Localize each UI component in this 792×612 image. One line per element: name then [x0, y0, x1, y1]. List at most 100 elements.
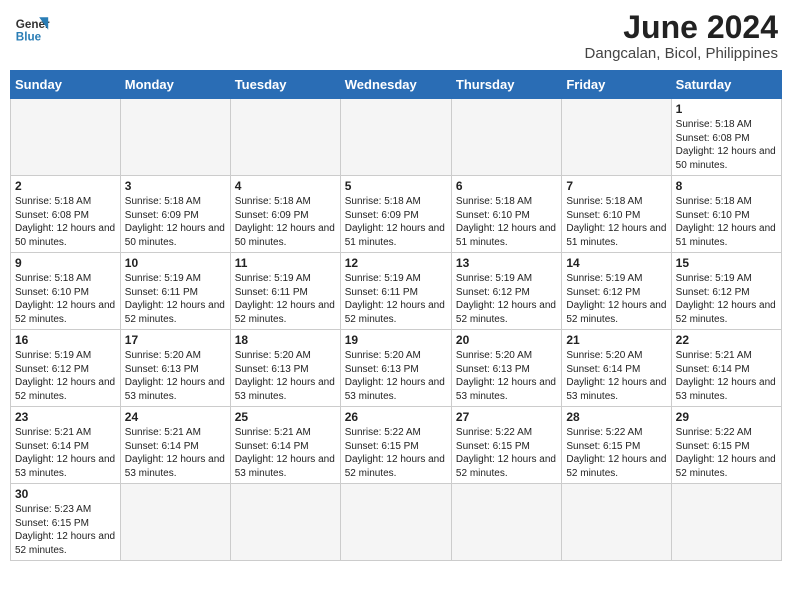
day-number: 18	[235, 333, 336, 347]
calendar-day-cell: 6 Sunrise: 5:18 AM Sunset: 6:10 PM Daylig…	[451, 176, 561, 253]
calendar-header-thursday: Thursday	[451, 71, 561, 99]
day-info: Sunrise: 5:21 AM Sunset: 6:14 PM Dayligh…	[676, 349, 777, 403]
calendar-day-cell: 1 Sunrise: 5:18 AM Sunset: 6:08 PM Daylig…	[671, 99, 781, 176]
calendar-day-cell: 28Sunrise: 5:22 AM Sunset: 6:15 PM Dayli…	[562, 407, 671, 484]
calendar-day-cell: 29 Sunrise: 5:22 AM Sunset: 6:15 PM Dayli…	[671, 407, 781, 484]
calendar-day-cell	[340, 484, 451, 561]
calendar-day-cell: 19Sunrise: 5:20 AM Sunset: 6:13 PM Dayli…	[340, 330, 451, 407]
day-info: Sunrise: 5:18 AM Sunset: 6:08 PM Dayligh…	[15, 195, 116, 249]
day-number: 9	[15, 256, 116, 270]
day-info: Sunrise: 5:18 AM Sunset: 6:10 PM Dayligh…	[566, 195, 666, 249]
calendar-header-row: SundayMondayTuesdayWednesdayThursdayFrid…	[11, 71, 782, 99]
day-number: 23	[15, 410, 116, 424]
day-number: 6	[456, 179, 557, 193]
day-info: Sunrise: 5:19 AM Sunset: 6:11 PM Dayligh…	[345, 272, 447, 326]
calendar-header-monday: Monday	[120, 71, 230, 99]
title-block: June 2024 Dangcalan, Bicol, Philippines	[585, 10, 778, 62]
calendar-day-cell: 4Sunrise: 5:18 AM Sunset: 6:09 PM Daylig…	[230, 176, 340, 253]
calendar-day-cell: 17 Sunrise: 5:20 AM Sunset: 6:13 PM Dayli…	[120, 330, 230, 407]
day-info: Sunrise: 5:22 AM Sunset: 6:15 PM Dayligh…	[676, 426, 777, 480]
calendar-header-friday: Friday	[562, 71, 671, 99]
day-info: Sunrise: 5:18 AM Sunset: 6:09 PM Dayligh…	[125, 195, 226, 249]
day-number: 22	[676, 333, 777, 347]
calendar-day-cell: 14Sunrise: 5:19 AM Sunset: 6:12 PM Dayli…	[562, 253, 671, 330]
day-info: Sunrise: 5:19 AM Sunset: 6:12 PM Dayligh…	[15, 349, 116, 403]
day-number: 8	[676, 179, 777, 193]
calendar-day-cell: 3Sunrise: 5:18 AM Sunset: 6:09 PM Daylig…	[120, 176, 230, 253]
day-info: Sunrise: 5:21 AM Sunset: 6:14 PM Dayligh…	[15, 426, 116, 480]
day-number: 27	[456, 410, 557, 424]
general-blue-logo-icon: General Blue	[14, 10, 50, 46]
day-number: 26	[345, 410, 447, 424]
day-info: Sunrise: 5:23 AM Sunset: 6:15 PM Dayligh…	[15, 503, 116, 557]
calendar-day-cell: 2 Sunrise: 5:18 AM Sunset: 6:08 PM Daylig…	[11, 176, 121, 253]
day-number: 30	[15, 487, 116, 501]
day-number: 20	[456, 333, 557, 347]
day-info: Sunrise: 5:19 AM Sunset: 6:11 PM Dayligh…	[235, 272, 336, 326]
day-info: Sunrise: 5:21 AM Sunset: 6:14 PM Dayligh…	[235, 426, 336, 480]
calendar-header-sunday: Sunday	[11, 71, 121, 99]
month-year-title: June 2024	[585, 10, 778, 45]
calendar-day-cell	[562, 99, 671, 176]
logo: General Blue	[14, 10, 50, 46]
calendar-day-cell: 21 Sunrise: 5:20 AM Sunset: 6:14 PM Dayli…	[562, 330, 671, 407]
day-number: 4	[235, 179, 336, 193]
day-info: Sunrise: 5:18 AM Sunset: 6:10 PM Dayligh…	[456, 195, 557, 249]
calendar-header-wednesday: Wednesday	[340, 71, 451, 99]
calendar-day-cell: 10 Sunrise: 5:19 AM Sunset: 6:11 PM Dayli…	[120, 253, 230, 330]
calendar-day-cell: 12 Sunrise: 5:19 AM Sunset: 6:11 PM Dayli…	[340, 253, 451, 330]
calendar-day-cell: 13Sunrise: 5:19 AM Sunset: 6:12 PM Dayli…	[451, 253, 561, 330]
calendar-day-cell	[230, 99, 340, 176]
day-number: 11	[235, 256, 336, 270]
svg-text:Blue: Blue	[16, 31, 42, 44]
calendar-week-row: 2 Sunrise: 5:18 AM Sunset: 6:08 PM Daylig…	[11, 176, 782, 253]
calendar-day-cell: 18Sunrise: 5:20 AM Sunset: 6:13 PM Dayli…	[230, 330, 340, 407]
day-number: 28	[566, 410, 666, 424]
day-info: Sunrise: 5:22 AM Sunset: 6:15 PM Dayligh…	[345, 426, 447, 480]
calendar-table: SundayMondayTuesdayWednesdayThursdayFrid…	[10, 70, 782, 561]
calendar-day-cell: 5 Sunrise: 5:18 AM Sunset: 6:09 PM Daylig…	[340, 176, 451, 253]
calendar-header-saturday: Saturday	[671, 71, 781, 99]
day-number: 15	[676, 256, 777, 270]
location-subtitle: Dangcalan, Bicol, Philippines	[585, 45, 778, 62]
day-number: 1	[676, 102, 777, 116]
calendar-day-cell: 24 Sunrise: 5:21 AM Sunset: 6:14 PM Dayli…	[120, 407, 230, 484]
day-number: 5	[345, 179, 447, 193]
day-info: Sunrise: 5:19 AM Sunset: 6:12 PM Dayligh…	[456, 272, 557, 326]
day-number: 2	[15, 179, 116, 193]
calendar-day-cell: 20Sunrise: 5:20 AM Sunset: 6:13 PM Dayli…	[451, 330, 561, 407]
day-number: 24	[125, 410, 226, 424]
day-number: 29	[676, 410, 777, 424]
calendar-week-row: 23 Sunrise: 5:21 AM Sunset: 6:14 PM Dayli…	[11, 407, 782, 484]
calendar-week-row: 9 Sunrise: 5:18 AM Sunset: 6:10 PM Daylig…	[11, 253, 782, 330]
calendar-week-row: 1 Sunrise: 5:18 AM Sunset: 6:08 PM Daylig…	[11, 99, 782, 176]
day-info: Sunrise: 5:19 AM Sunset: 6:11 PM Dayligh…	[125, 272, 226, 326]
day-info: Sunrise: 5:18 AM Sunset: 6:10 PM Dayligh…	[15, 272, 116, 326]
calendar-day-cell: 26 Sunrise: 5:22 AM Sunset: 6:15 PM Dayli…	[340, 407, 451, 484]
calendar-day-cell: 16 Sunrise: 5:19 AM Sunset: 6:12 PM Dayli…	[11, 330, 121, 407]
calendar-day-cell: 7Sunrise: 5:18 AM Sunset: 6:10 PM Daylig…	[562, 176, 671, 253]
day-number: 12	[345, 256, 447, 270]
calendar-day-cell	[120, 99, 230, 176]
day-info: Sunrise: 5:18 AM Sunset: 6:08 PM Dayligh…	[676, 118, 777, 172]
day-number: 16	[15, 333, 116, 347]
calendar-day-cell: 23 Sunrise: 5:21 AM Sunset: 6:14 PM Dayli…	[11, 407, 121, 484]
day-number: 10	[125, 256, 226, 270]
day-info: Sunrise: 5:21 AM Sunset: 6:14 PM Dayligh…	[125, 426, 226, 480]
day-info: Sunrise: 5:22 AM Sunset: 6:15 PM Dayligh…	[456, 426, 557, 480]
day-number: 21	[566, 333, 666, 347]
day-number: 14	[566, 256, 666, 270]
calendar-day-cell	[451, 484, 561, 561]
day-info: Sunrise: 5:18 AM Sunset: 6:10 PM Dayligh…	[676, 195, 777, 249]
calendar-day-cell: 30 Sunrise: 5:23 AM Sunset: 6:15 PM Dayli…	[11, 484, 121, 561]
calendar-day-cell: 25Sunrise: 5:21 AM Sunset: 6:14 PM Dayli…	[230, 407, 340, 484]
calendar-day-cell: 27 Sunrise: 5:22 AM Sunset: 6:15 PM Dayli…	[451, 407, 561, 484]
calendar-day-cell	[671, 484, 781, 561]
day-info: Sunrise: 5:18 AM Sunset: 6:09 PM Dayligh…	[345, 195, 447, 249]
day-info: Sunrise: 5:20 AM Sunset: 6:13 PM Dayligh…	[125, 349, 226, 403]
calendar-day-cell: 9 Sunrise: 5:18 AM Sunset: 6:10 PM Daylig…	[11, 253, 121, 330]
calendar-week-row: 16 Sunrise: 5:19 AM Sunset: 6:12 PM Dayli…	[11, 330, 782, 407]
day-info: Sunrise: 5:20 AM Sunset: 6:14 PM Dayligh…	[566, 349, 666, 403]
calendar-day-cell: 15Sunrise: 5:19 AM Sunset: 6:12 PM Dayli…	[671, 253, 781, 330]
day-number: 17	[125, 333, 226, 347]
